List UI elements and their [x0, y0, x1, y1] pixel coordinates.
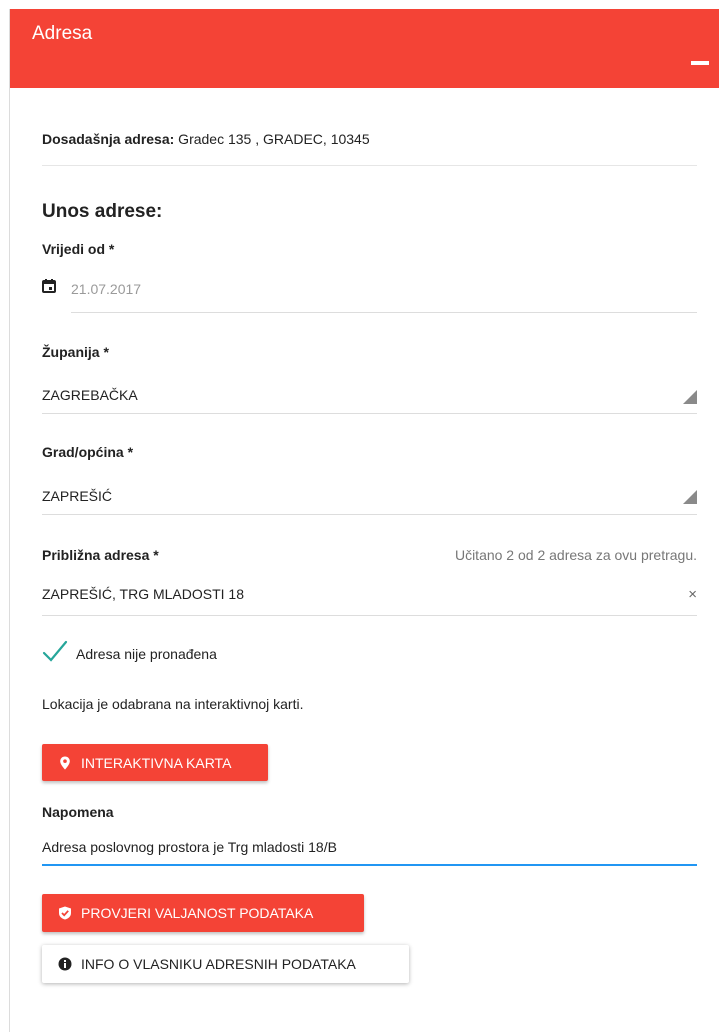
county-select[interactable]: ZAGREBAČKA — [42, 387, 138, 403]
collapse-button[interactable] — [691, 49, 709, 65]
checkmark-icon[interactable] — [42, 640, 68, 662]
calendar-icon — [42, 279, 56, 293]
dropdown-caret-icon — [683, 490, 697, 504]
validate-data-button[interactable]: PROVJERI VALJANOST PODATAKA — [42, 894, 364, 932]
valid-from-underline — [71, 312, 697, 313]
info-icon — [58, 957, 72, 971]
interactive-map-button-label: INTERAKTIVNA KARTA — [81, 754, 232, 771]
validate-data-button-label: PROVJERI VALJANOST PODATAKA — [81, 905, 314, 921]
previous-address-value: Gradec 135 , GRADEC, 10345 — [174, 131, 370, 147]
address-panel: Adresa Dosadašnja adresa: Gradec 135 , G… — [9, 9, 719, 1032]
panel-header: Adresa — [10, 9, 719, 88]
valid-from-label: Vrijedi od * — [42, 241, 115, 257]
city-label: Grad/općina * — [42, 444, 134, 460]
divider — [42, 165, 697, 166]
valid-from-input[interactable]: 21.07.2017 — [71, 281, 141, 297]
previous-address: Dosadašnja adresa: Gradec 135 , GRADEC, … — [42, 131, 370, 147]
note-underline-focused — [42, 864, 697, 866]
shield-check-icon — [59, 906, 71, 920]
interactive-map-button[interactable]: INTERAKTIVNA KARTA — [42, 744, 268, 781]
minus-icon — [691, 61, 709, 65]
address-owner-info-button-label: INFO O VLASNIKU ADRESNIH PODATAKA — [81, 956, 356, 972]
address-not-found-label[interactable]: Adresa nije pronađena — [76, 646, 217, 662]
search-result-hint: Učitano 2 od 2 adresa za ovu pretragu. — [454, 547, 697, 563]
section-title: Unos adrese: — [42, 201, 163, 222]
clear-icon[interactable]: × — [688, 586, 697, 603]
note-input[interactable]: Adresa poslovnog prostora je Trg mladost… — [42, 839, 337, 855]
approx-address-underline — [42, 615, 697, 616]
county-underline — [42, 413, 697, 414]
location-info-text: Lokacija je odabrana na interaktivnoj ka… — [42, 696, 304, 712]
address-owner-info-button[interactable]: INFO O VLASNIKU ADRESNIH PODATAKA — [42, 945, 409, 983]
map-pin-icon — [60, 756, 70, 769]
dropdown-caret-icon — [683, 390, 697, 404]
previous-address-label: Dosadašnja adresa: — [42, 131, 175, 147]
approx-address-label: Približna adresa * — [42, 547, 159, 563]
approx-address-input[interactable]: ZAPREŠIĆ, TRG MLADOSTI 18 — [42, 586, 244, 602]
city-underline — [42, 514, 697, 515]
note-label: Napomena — [42, 804, 114, 820]
city-select[interactable]: ZAPREŠIĆ — [42, 488, 112, 504]
county-label: Županija * — [42, 344, 109, 360]
panel-title: Adresa — [32, 23, 93, 44]
